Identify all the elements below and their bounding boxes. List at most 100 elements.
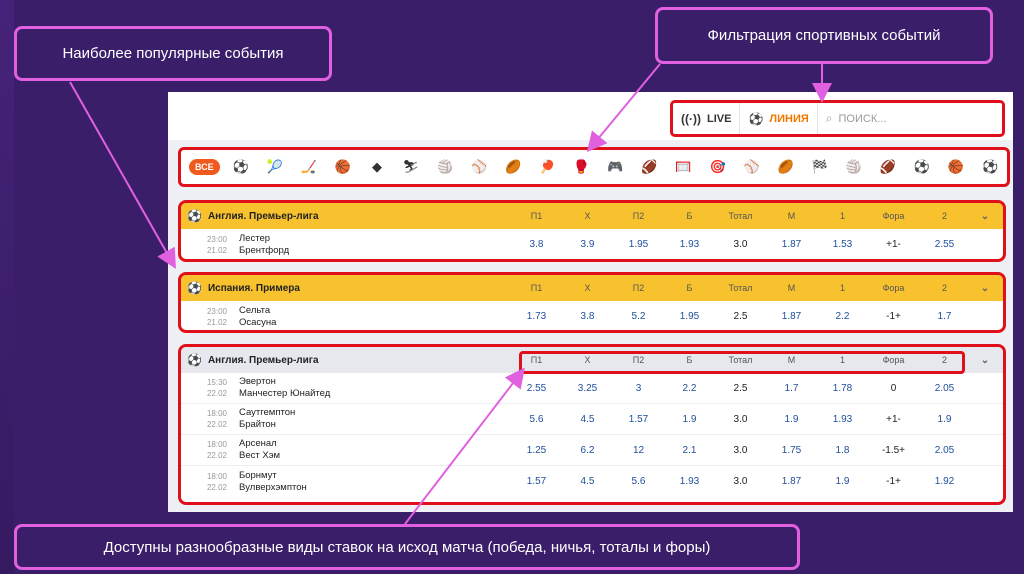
odds-button[interactable]: 1.78 — [817, 383, 868, 394]
bet-column-header: 2 — [941, 283, 947, 293]
sport-filter-icon[interactable]: ⛷ — [394, 159, 428, 175]
odds-button[interactable]: 1.87 — [766, 476, 817, 487]
bet-column-header: Тотал — [728, 283, 753, 293]
match-time: 23:00 — [206, 234, 227, 244]
sport-filter-icon[interactable]: ⚾ — [735, 159, 769, 175]
sport-filter-icon[interactable]: 🏁 — [803, 159, 837, 175]
odds-button[interactable]: 5.6 — [613, 476, 664, 487]
home-team: Саутгемптон — [239, 407, 296, 418]
sport-filter-icon[interactable]: 🏐 — [837, 159, 871, 175]
odds-button[interactable]: 2.2 — [664, 383, 715, 394]
bet-column-header: Фора — [882, 283, 905, 293]
odds-button[interactable]: 1.75 — [766, 445, 817, 456]
odds-button[interactable]: 1.87 — [766, 239, 817, 250]
sport-filter-icon[interactable]: ◆ — [360, 159, 394, 175]
sport-filter-icon[interactable]: 🎯 — [701, 159, 735, 175]
odds-button[interactable]: 1.95 — [664, 311, 715, 322]
sport-filter-icon[interactable]: ⚽ — [224, 159, 258, 175]
odds-button[interactable]: 2.05 — [919, 383, 970, 394]
sport-filter-icon[interactable]: 🥅 — [666, 159, 700, 175]
sport-filter-icon[interactable]: 🎮 — [598, 159, 632, 175]
match-row[interactable]: 18:00 22.02 Саутгемптон Брайтон 5.6 4.5 1.57 1.… — [181, 404, 1003, 435]
odds-button[interactable]: 1.92 — [919, 476, 970, 487]
soccer-ball-icon: ⚽ — [187, 353, 202, 367]
sport-filter-icon[interactable]: 🏀 — [326, 159, 360, 175]
sport-filter-icon[interactable]: 🏈 — [632, 159, 666, 175]
odds-button[interactable]: 1.9 — [817, 476, 868, 487]
match-row[interactable]: 15:30 22.02 Эвертон Манчестер Юнайтед 2.55 3.… — [181, 373, 1003, 404]
odds-button[interactable]: 4.5 — [562, 476, 613, 487]
odds-button[interactable]: 1.87 — [766, 311, 817, 322]
sport-filter-icon[interactable]: 🏐 — [428, 159, 462, 175]
home-team: Сельта — [239, 304, 271, 316]
sport-filter-icon[interactable]: 🏈 — [871, 159, 905, 175]
odds-button[interactable]: 3.8 — [511, 239, 562, 250]
odds-button[interactable]: 2.05 — [919, 445, 970, 456]
odds-button[interactable]: 3.9 — [562, 239, 613, 250]
sport-filter-icon[interactable]: 🏒 — [292, 159, 326, 175]
odds-button[interactable]: 1.57 — [511, 476, 562, 487]
sport-filter-icon[interactable]: 🏉 — [496, 159, 530, 175]
search-input[interactable]: ⌕ ПОИСК... — [818, 103, 1002, 134]
chevron-down-icon[interactable]: ⌄ — [970, 211, 1000, 222]
line-tab[interactable]: ⚽ ЛИНИЯ — [740, 103, 818, 134]
sport-filter-icon[interactable]: 🥊 — [564, 159, 598, 175]
odds-button[interactable]: 1.9 — [919, 414, 970, 425]
odds-button[interactable]: 1.95 — [613, 239, 664, 250]
odds-button[interactable]: 5.6 — [511, 414, 562, 425]
odds-button[interactable]: 6.2 — [562, 445, 613, 456]
chevron-down-icon[interactable]: ⌄ — [970, 283, 1000, 294]
sport-filter-icon[interactable]: ⚾ — [462, 159, 496, 175]
odds-button[interactable]: 1.7 — [766, 383, 817, 394]
odds-button[interactable]: 1.8 — [817, 445, 868, 456]
sport-all-button[interactable]: ВСЕ — [189, 159, 220, 175]
odds-button[interactable]: 2.1 — [664, 445, 715, 456]
bet-column-header: П2 — [632, 283, 645, 293]
away-team: Брайтон — [239, 419, 276, 430]
match-row[interactable]: 18:00 22.02 Борнмут Вулверхэмптон 1.57 4.5 5.6… — [181, 466, 1003, 497]
odds-button[interactable]: 3 — [613, 383, 664, 394]
sport-filter-icon[interactable]: 🏉 — [769, 159, 803, 175]
odds-button[interactable]: 5.2 — [613, 311, 664, 322]
odds-button[interactable]: 2.2 — [817, 311, 868, 322]
sport-filter-icon[interactable]: 🏓 — [530, 159, 564, 175]
match-datetime: 18:00 22.02 — [181, 471, 239, 493]
match-row[interactable]: 23:00 21.02 Сельта Осасуна 1.73 3.8 5.2 1.95 2.5… — [181, 301, 1003, 330]
league-header[interactable]: ⚽ Испания. Примера П1 Х П2 Б Тотал М 1 Фора 2 ⌄ — [181, 275, 1003, 301]
odds-button[interactable]: 12 — [613, 445, 664, 456]
sport-filter-icon[interactable]: 🎾 — [258, 159, 292, 175]
odds-button[interactable]: 1.57 — [613, 414, 664, 425]
sport-filter-icon[interactable]: 🏀 — [939, 159, 973, 175]
match-teams: Эвертон Манчестер Юнайтед — [239, 376, 511, 400]
sport-filter-icon[interactable]: ⚽ — [973, 159, 1007, 175]
chevron-down-icon[interactable]: ⌄ — [970, 355, 1000, 366]
league-title: Англия. Премьер-лига — [207, 210, 319, 222]
match-row[interactable]: 18:00 22.02 Арсенал Вест Хэм 1.25 6.2 12 2.1 3.0… — [181, 435, 1003, 466]
odds-button[interactable]: 3.25 — [562, 383, 613, 394]
odds-button[interactable]: 2.55 — [919, 239, 970, 250]
away-team: Брентфорд — [239, 244, 290, 256]
odds-button[interactable]: 1.9 — [766, 414, 817, 425]
odds-button[interactable]: 1.53 — [817, 239, 868, 250]
bet-column-header: Б — [686, 211, 693, 221]
away-team: Осасуна — [239, 316, 277, 328]
odds-button[interactable]: 1.25 — [511, 445, 562, 456]
odds-button[interactable]: 2.55 — [511, 383, 562, 394]
odds-button[interactable]: 3.8 — [562, 311, 613, 322]
live-tab[interactable]: ((·)) LIVE — [673, 103, 741, 134]
league-header[interactable]: ⚽ Англия. Премьер-лига П1 Х П2 Б Тотал М 1 Фора 2 ⌄ — [181, 203, 1003, 229]
odds-button[interactable]: 1.9 — [664, 414, 715, 425]
left-frame-accent — [0, 0, 14, 574]
bet-parameter-value: 0 — [890, 382, 897, 394]
odds-button[interactable]: 1.93 — [664, 239, 715, 250]
odds-button[interactable]: 4.5 — [562, 414, 613, 425]
match-row[interactable]: 23:00 21.02 Лестер Брентфорд 3.8 3.9 1.95 1.93 3… — [181, 229, 1003, 259]
odds-button[interactable]: 1.73 — [511, 311, 562, 322]
bet-parameter-value: -1+ — [886, 311, 901, 322]
odds-button[interactable]: 1.93 — [664, 476, 715, 487]
league-name: ⚽ Испания. Примера — [181, 281, 511, 295]
bet-column-header: Х — [584, 211, 591, 221]
odds-button[interactable]: 1.93 — [817, 414, 868, 425]
odds-button[interactable]: 1.7 — [919, 311, 970, 322]
sport-filter-icon[interactable]: ⚽ — [905, 159, 939, 175]
